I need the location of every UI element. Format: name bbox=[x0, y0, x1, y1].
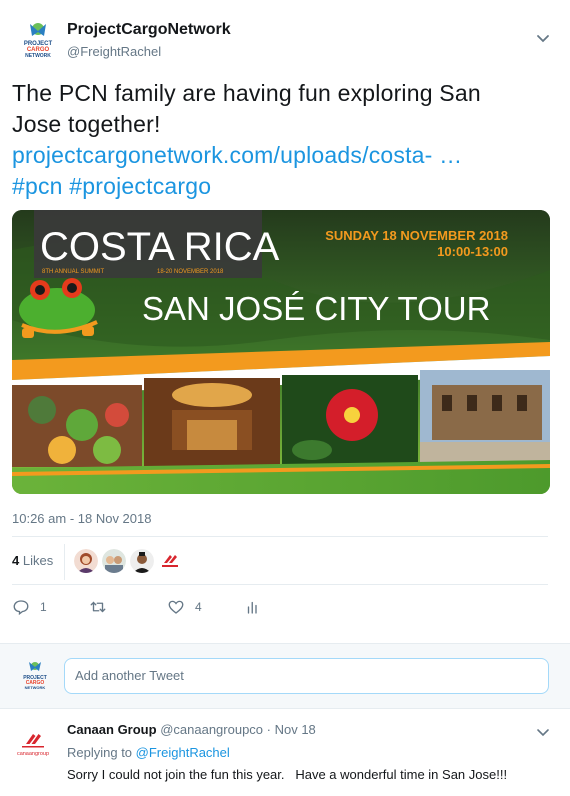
tweet-link[interactable]: projectcargonetwork.com/uploads/costa- … bbox=[12, 140, 558, 171]
heart-icon bbox=[168, 600, 184, 614]
svg-text:canaangroup: canaangroup bbox=[17, 751, 49, 757]
person-avatar-icon bbox=[74, 549, 98, 573]
reply-button[interactable]: 1 bbox=[12, 594, 47, 620]
analytics-button[interactable] bbox=[244, 594, 262, 620]
reply-text: Sorry I could not join the fun this year… bbox=[67, 767, 508, 782]
liker-avatar[interactable] bbox=[158, 549, 182, 573]
tweet-card: PROJECT CARGO NETWORK ProjectCargoNetwor… bbox=[0, 0, 570, 640]
event-date: SUNDAY 18 NOVEMBER 2018 bbox=[325, 228, 508, 243]
man-avatar-icon bbox=[130, 549, 154, 573]
retweet-button[interactable] bbox=[89, 594, 117, 620]
svg-text:NETWORK: NETWORK bbox=[25, 53, 51, 59]
tweet-actions: 1 4 bbox=[12, 594, 548, 620]
replying-to: Replying to @FreightRachel bbox=[67, 745, 230, 760]
reply-author-handle[interactable]: @canaangroupco bbox=[160, 722, 263, 737]
reply-author-line: Canaan Group @canaangroupco · Nov 18 bbox=[67, 722, 316, 737]
tweet-text-line: The PCN family are having fun exploring … bbox=[12, 80, 481, 106]
likes-separator bbox=[64, 544, 65, 580]
liker-avatar[interactable] bbox=[130, 549, 154, 573]
reply-author-name[interactable]: Canaan Group bbox=[67, 722, 157, 737]
svg-text:NETWORK: NETWORK bbox=[25, 685, 46, 690]
hashtag-projectcargo[interactable]: #projectcargo bbox=[69, 173, 211, 199]
likes-label: Likes bbox=[19, 553, 54, 568]
liker-avatar[interactable] bbox=[102, 549, 126, 573]
meta-separator: · bbox=[263, 722, 275, 737]
author-name[interactable]: ProjectCargoNetwork bbox=[67, 21, 231, 39]
summit-dates: 18-20 NOVEMBER 2018 bbox=[157, 269, 224, 275]
reply-icon bbox=[13, 600, 29, 616]
pcn-logo-icon: PROJECT CARGO NETWORK bbox=[23, 662, 47, 690]
author-handle[interactable]: @FreightRachel bbox=[67, 44, 161, 59]
tweet-text-line: Jose together! bbox=[12, 111, 161, 137]
likes-row: 4 Likes bbox=[12, 540, 548, 584]
tour-title: SAN JOSÉ CITY TOUR bbox=[142, 290, 490, 327]
group-avatar-icon bbox=[102, 549, 126, 573]
reply-count: 1 bbox=[40, 600, 47, 614]
pcn-logo-icon: PROJECT CARGO NETWORK bbox=[24, 23, 53, 59]
like-count: 4 bbox=[195, 600, 202, 614]
summit-label: 8TH ANNUAL SUMMIT bbox=[42, 269, 104, 275]
tweet-media-image[interactable]: COSTA RICA 8TH ANNUAL SUMMIT 18-20 NOVEM… bbox=[12, 210, 550, 494]
current-user-avatar: PROJECT CARGO NETWORK bbox=[21, 660, 49, 692]
reply-menu-caret[interactable] bbox=[536, 725, 550, 737]
tweet-menu-caret[interactable] bbox=[534, 32, 552, 46]
replying-prefix: Replying to bbox=[67, 745, 136, 760]
tweet-text: The PCN family are having fun exploring … bbox=[12, 78, 558, 202]
tweet-header: PROJECT CARGO NETWORK ProjectCargoNetwor… bbox=[12, 14, 558, 64]
reply-composer: PROJECT CARGO NETWORK Add another Tweet bbox=[0, 643, 570, 709]
analytics-icon bbox=[247, 601, 257, 614]
chevron-down-icon bbox=[537, 35, 549, 43]
hashtag-pcn[interactable]: #pcn bbox=[12, 173, 63, 199]
replying-to-link[interactable]: @FreightRachel bbox=[136, 745, 230, 760]
author-avatar[interactable]: PROJECT CARGO NETWORK bbox=[18, 20, 58, 60]
event-time: 10:00-13:00 bbox=[437, 244, 508, 259]
reply-tweet: canaangroup Canaan Group @canaangroupco … bbox=[0, 710, 570, 796]
reply-date[interactable]: Nov 18 bbox=[275, 722, 316, 737]
like-button[interactable]: 4 bbox=[167, 594, 202, 620]
divider bbox=[12, 584, 548, 585]
canaan-logo-icon bbox=[158, 549, 182, 573]
tweet-timestamp[interactable]: 10:26 am - 18 Nov 2018 bbox=[12, 511, 151, 526]
chevron-down-icon bbox=[537, 729, 549, 737]
liker-avatar[interactable] bbox=[74, 549, 98, 573]
reply-author-avatar[interactable]: canaangroup bbox=[16, 728, 50, 760]
retweet-icon bbox=[90, 601, 106, 613]
canaan-logo-icon: canaangroup bbox=[17, 734, 49, 757]
add-tweet-input[interactable]: Add another Tweet bbox=[64, 658, 549, 694]
banner-title: COSTA RICA bbox=[40, 225, 280, 269]
divider bbox=[12, 536, 548, 537]
likes-count[interactable]: 4 Likes bbox=[12, 553, 53, 568]
costa-rica-banner: COSTA RICA 8TH ANNUAL SUMMIT 18-20 NOVEM… bbox=[12, 210, 550, 494]
